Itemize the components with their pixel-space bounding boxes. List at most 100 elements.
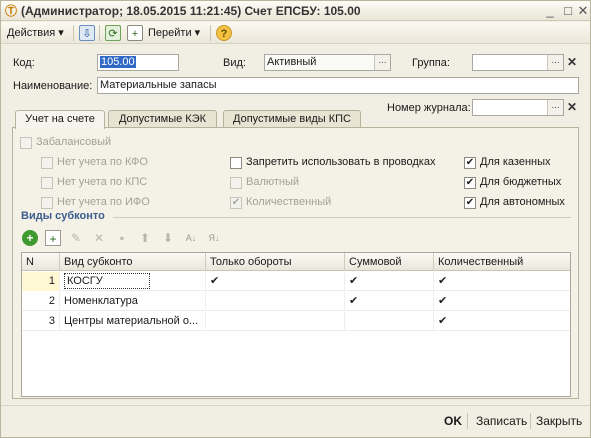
quantity-cell[interactable]: ✔ [434, 312, 570, 331]
quantity-label: Количественный [246, 196, 332, 208]
window-title: (Администратор; 18.05.2015 11:21:45) Сче… [21, 4, 361, 18]
column-header-quantity[interactable]: Количественный [434, 253, 570, 271]
table-row[interactable]: 1 КОСГУ ✔ ✔ ✔ [22, 272, 570, 291]
toolbar-separator [73, 25, 74, 41]
footer-divider [1, 405, 590, 406]
journal-select-button[interactable]: ... [547, 100, 563, 115]
group-label: Группа: [412, 57, 450, 69]
kind-label: Вид: [223, 57, 246, 69]
budget-checkbox[interactable]: ✔ [464, 177, 476, 189]
footer-separator [467, 413, 468, 429]
save-button[interactable]: Записать [476, 414, 527, 428]
no-ifo-checkbox[interactable] [41, 197, 53, 209]
goto-menu-button[interactable]: Перейти ▾ [148, 25, 200, 41]
name-field[interactable]: Материальные запасы [97, 77, 579, 94]
account-form-window: Ⓣ (Администратор; 18.05.2015 11:21:45) С… [0, 0, 591, 438]
toolbar-separator [99, 25, 100, 41]
sort-desc-icon[interactable]: Я↓ [206, 230, 222, 246]
tab-kps[interactable]: Допустимые виды КПС [223, 110, 361, 128]
budget-label: Для бюджетных [480, 176, 562, 188]
table-row[interactable]: 2 Номенклатура ✔ ✔ [22, 292, 570, 311]
subconto-section-title: Виды субконто [21, 210, 105, 222]
kind-cell[interactable]: КОСГУ [60, 272, 206, 291]
sum-cell[interactable] [345, 312, 434, 331]
no-ifo-label: Нет учета по ИФО [57, 196, 150, 208]
close-button[interactable]: Закрыть [536, 414, 582, 428]
dropdown-arrow-icon: ▾ [58, 27, 64, 39]
refresh-icon[interactable]: ⟳ [105, 25, 121, 41]
move-down-icon[interactable]: ⬇ [160, 230, 176, 246]
row-number-cell: 3 [22, 312, 60, 331]
code-value: 105.00 [100, 56, 136, 68]
name-value: Материальные запасы [100, 79, 217, 91]
currency-checkbox[interactable] [230, 177, 242, 189]
off-balance-label: Забалансовый [36, 136, 112, 148]
tab-kek[interactable]: Допустимые КЭК [108, 110, 217, 128]
group-clear-icon[interactable]: ✕ [565, 54, 579, 71]
journal-clear-icon[interactable]: ✕ [565, 99, 579, 116]
no-kfo-checkbox[interactable] [41, 157, 53, 169]
subconto-table: N Вид субконто Только обороты Суммовой К… [21, 252, 571, 397]
column-header-sum[interactable]: Суммовой [345, 253, 434, 271]
code-label: Код: [13, 57, 35, 69]
copy-doc-icon[interactable]: + [127, 25, 143, 41]
kind-select-button[interactable]: ... [374, 55, 390, 70]
actions-menu-label: Действия [7, 27, 56, 39]
group-field[interactable]: ... [472, 54, 564, 71]
close-window-icon[interactable]: ✕ [574, 3, 591, 19]
no-kps-checkbox[interactable] [41, 177, 53, 189]
kind-field[interactable]: Активный ... [264, 54, 391, 71]
app-icon: Ⓣ [5, 4, 18, 18]
column-header-turnover[interactable]: Только обороты [206, 253, 345, 271]
kind-cell[interactable]: Центры материальной о... [60, 312, 206, 331]
kind-value: Активный [267, 56, 317, 68]
move-up-icon[interactable]: ⬆ [137, 230, 153, 246]
autonomous-checkbox[interactable]: ✔ [464, 197, 476, 209]
row-number-cell: 1 [22, 272, 60, 291]
quantity-cell[interactable]: ✔ [434, 272, 570, 291]
forbid-postings-label: Запретить использовать в проводках [246, 156, 436, 168]
table-row[interactable]: 3 Центры материальной о... ✔ [22, 312, 570, 331]
tab-kps-label: Допустимые виды КПС [233, 113, 351, 125]
save-icon[interactable]: ▪ [114, 230, 130, 246]
column-header-n[interactable]: N [22, 253, 60, 271]
column-header-kind[interactable]: Вид субконто [60, 253, 206, 271]
treasury-checkbox[interactable]: ✔ [464, 157, 476, 169]
sum-cell[interactable]: ✔ [345, 272, 434, 291]
delete-icon[interactable]: ✕ [91, 230, 107, 246]
turnover-cell[interactable] [206, 312, 345, 331]
turnover-cell[interactable]: ✔ [206, 272, 345, 291]
sort-asc-icon[interactable]: A↓ [183, 230, 199, 246]
form-toolbar: Действия ▾ ⇩ ⟳ + Перейти ▾ ? [1, 22, 590, 44]
post-icon[interactable]: ⇩ [79, 25, 95, 41]
ok-button[interactable]: OK [444, 414, 462, 428]
tab-accounting[interactable]: Учет на счете [15, 110, 105, 129]
tab-accounting-label: Учет на счете [25, 113, 95, 125]
sum-cell[interactable]: ✔ [345, 292, 434, 311]
row-number-cell: 2 [22, 292, 60, 311]
kind-value-box: КОСГУ [64, 273, 150, 289]
add-icon[interactable]: + [22, 230, 38, 246]
journal-field[interactable]: ... [472, 99, 564, 116]
journal-label: Номер журнала: [387, 102, 471, 114]
off-balance-checkbox[interactable] [20, 137, 32, 149]
autonomous-label: Для автономных [480, 196, 565, 208]
code-field[interactable]: 105.00 [97, 54, 179, 71]
turnover-cell[interactable] [206, 292, 345, 311]
quantity-checkbox[interactable]: ✔ [230, 197, 242, 209]
tab-kek-label: Допустимые КЭК [118, 113, 207, 125]
kind-cell[interactable]: Номенклатура [60, 292, 206, 311]
add-copy-icon[interactable]: + [45, 230, 61, 246]
forbid-postings-checkbox[interactable] [230, 157, 242, 169]
minimize-icon[interactable]: _ [541, 3, 559, 19]
help-icon[interactable]: ? [216, 25, 232, 41]
no-kps-label: Нет учета по КПС [57, 176, 148, 188]
group-select-button[interactable]: ... [547, 55, 563, 70]
table-header: N Вид субконто Только обороты Суммовой К… [22, 253, 570, 271]
title-bar: Ⓣ (Администратор; 18.05.2015 11:21:45) С… [1, 1, 590, 21]
actions-menu-button[interactable]: Действия ▾ [7, 25, 64, 41]
edit-icon[interactable]: ✎ [68, 230, 84, 246]
quantity-cell[interactable]: ✔ [434, 292, 570, 311]
toolbar-separator [210, 25, 211, 41]
no-kfo-label: Нет учета по КФО [57, 156, 148, 168]
